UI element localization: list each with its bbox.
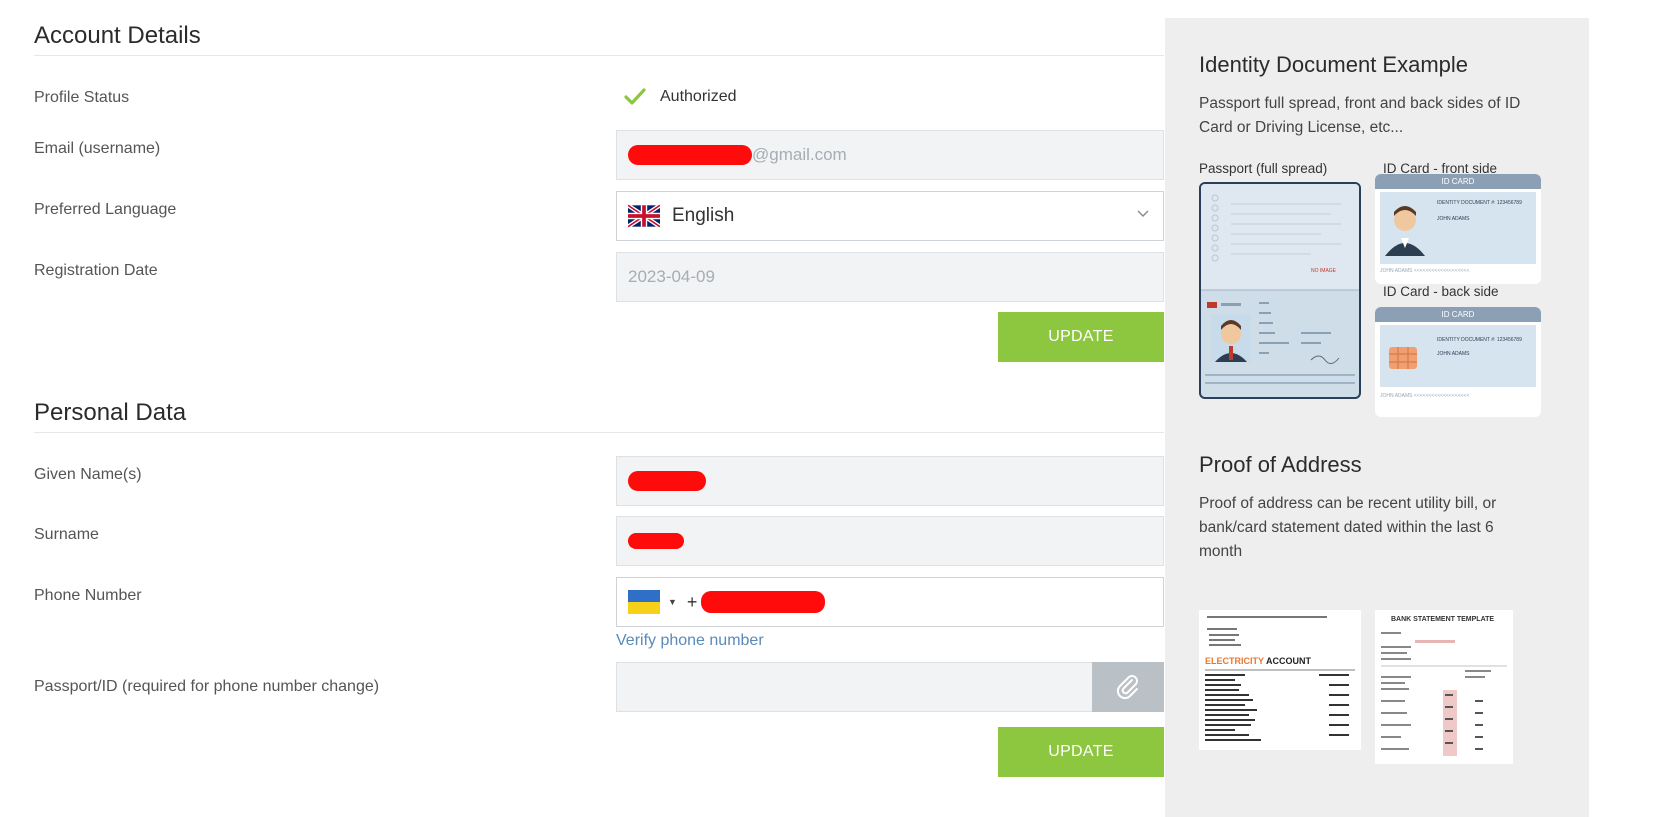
id-front-doc-line: IDENTITY DOCUMENT #: 123456789 [1437,200,1522,206]
email-label: Email (username) [34,140,161,157]
proof-of-address-title: Proof of Address [1199,452,1362,477]
redacted-email [628,145,752,165]
svg-text:NO IMAGE: NO IMAGE [1311,268,1337,274]
email-suffix: @gmail.com [752,145,847,164]
id-card-header: ID CARD [1375,174,1541,189]
language-value: English [672,205,735,226]
profile-status-label: Profile Status [34,89,130,106]
ukraine-flag-icon[interactable] [628,590,660,614]
id-front-mrz: JOHN ADAMS <<<<<<<<<<<<<<<<<<< [1380,268,1470,274]
paperclip-icon [1116,675,1138,700]
check-icon [624,88,646,105]
registration-date-field: 2023-04-09 [616,252,1164,302]
utility-bill-image: ELECTRICITY ACCOUNT [1199,610,1361,750]
passport-label: Passport/ID (required for phone number c… [34,678,380,695]
profile-status-value: Authorized [660,88,737,105]
redacted-phone [701,591,826,613]
country-dropdown-icon[interactable]: ▼ [668,597,677,607]
redacted-surname [628,533,684,549]
profile-status: Authorized [624,86,737,108]
id-front-name: JOHN ADAMS [1437,216,1470,222]
phone-label: Phone Number [34,587,142,604]
surname-label: Surname [34,526,99,543]
account-details-title: Account Details [34,22,201,49]
divider [34,432,1164,433]
divider [34,55,1164,56]
given-name-label: Given Name(s) [34,466,142,483]
id-card-back-image: ID CARD IDENTITY DOCUMENT #: 123456789 J… [1375,307,1541,417]
chevron-down-icon [1137,210,1149,217]
redacted-given-name [628,471,706,491]
phone-field[interactable]: ▼ + [616,577,1164,627]
sidebar: Identity Document Example Passport full … [1165,18,1589,817]
registration-date-label: Registration Date [34,262,158,279]
id-card-front-image: ID CARD IDENTITY DOCUMENT #: 123456789 J… [1375,174,1541,284]
email-field[interactable]: @gmail.com [616,130,1164,180]
registration-date-value: 2023-04-09 [628,267,715,286]
passport-caption: Passport (full spread) [1199,161,1328,176]
phone-prefix: + [686,591,698,612]
identity-doc-title: Identity Document Example [1199,52,1469,77]
surname-field[interactable] [616,516,1164,566]
language-select[interactable]: English [616,191,1164,241]
id-back-name: JOHN ADAMS [1437,351,1470,357]
passport-example-image: NO IMAGE [1199,182,1361,399]
verify-phone-link[interactable]: Verify phone number [616,632,764,650]
bank-statement-image: BANK STATEMENT TEMPLATE [1375,610,1513,764]
id-card-header: ID CARD [1375,307,1541,322]
update-account-button[interactable]: UPDATE [998,312,1164,362]
bill-heading-black: ACCOUNT [1266,656,1312,666]
personal-data-title: Personal Data [34,399,187,426]
passport-upload-field[interactable] [616,662,1164,712]
identity-doc-text: Passport full spread, front and back sid… [1199,95,1521,136]
id-back-caption: ID Card - back side [1383,284,1499,299]
given-name-field[interactable] [616,456,1164,506]
update-personal-button[interactable]: UPDATE [998,727,1164,777]
attach-button[interactable] [1092,662,1164,712]
uk-flag-icon [628,204,660,228]
bill-heading-orange: ELECTRICITY [1205,656,1264,666]
proof-of-address-text: Proof of address can be recent utility b… [1199,495,1497,560]
id-back-doc-line: IDENTITY DOCUMENT #: 123456789 [1437,337,1522,343]
id-back-mrz: JOHN ADAMS <<<<<<<<<<<<<<<<<<< [1380,393,1470,399]
language-label: Preferred Language [34,201,177,218]
bill-heading: ELECTRICITY ACCOUNT [1205,656,1311,666]
